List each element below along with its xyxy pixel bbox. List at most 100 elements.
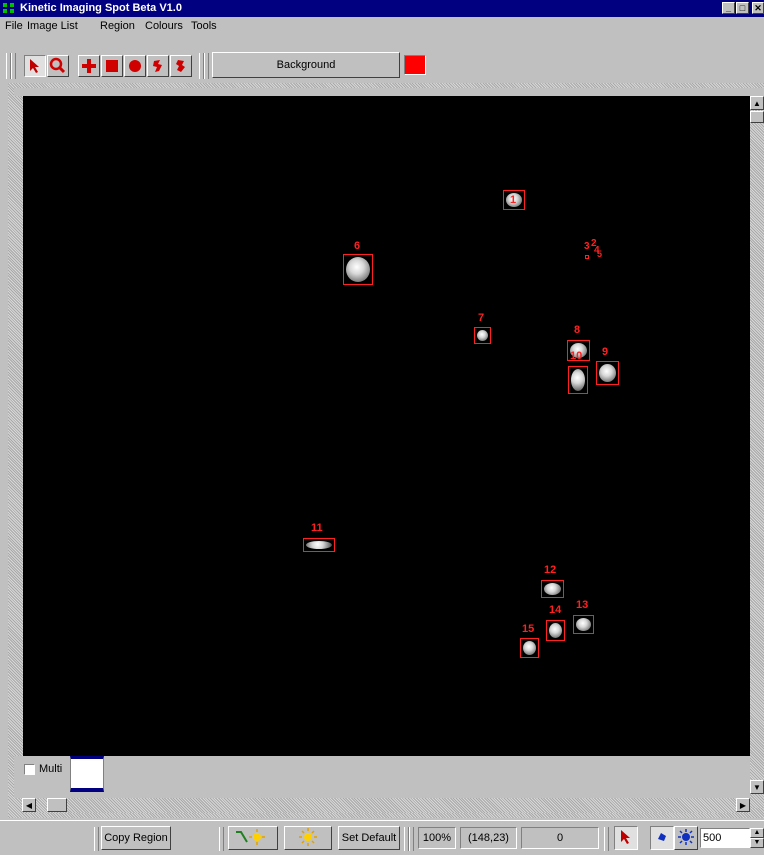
statusbar-grip bbox=[94, 827, 99, 851]
spot-region-11[interactable] bbox=[303, 538, 335, 552]
sun-magic-icon bbox=[236, 829, 265, 845]
spot-blob bbox=[599, 364, 616, 382]
spot-label-12: 12 bbox=[544, 564, 557, 576]
freehand-icon bbox=[153, 60, 162, 72]
auto-brightness-button[interactable] bbox=[228, 826, 278, 850]
spot-region-12[interactable] bbox=[541, 580, 564, 598]
set-default-button[interactable]: Set Default bbox=[338, 826, 400, 850]
spot-region-3[interactable] bbox=[585, 255, 589, 259]
dark-spot-button[interactable] bbox=[650, 826, 674, 850]
menu-bar: File Image List Region Colours Tools bbox=[0, 17, 764, 35]
spot-blob bbox=[306, 541, 332, 549]
crosshair-icon bbox=[82, 59, 96, 73]
vertical-scroll-thumb[interactable] bbox=[750, 111, 764, 123]
spot-region-15[interactable] bbox=[520, 638, 539, 658]
freehand-region-button[interactable] bbox=[147, 55, 169, 77]
rectangle-icon bbox=[106, 60, 118, 72]
cursor-coordinates: (148,23) bbox=[460, 827, 517, 849]
spot-region-10[interactable] bbox=[568, 366, 588, 394]
spot-region-14[interactable] bbox=[546, 620, 565, 641]
spot-blob bbox=[571, 369, 585, 391]
polygon-region-button[interactable] bbox=[170, 55, 192, 77]
arrow-pointer-icon bbox=[621, 830, 630, 844]
status-pointer-button[interactable] bbox=[614, 826, 638, 850]
spot-blob bbox=[523, 641, 536, 655]
background-color-swatch[interactable] bbox=[404, 55, 426, 75]
spot-label-10: 10 bbox=[570, 350, 583, 362]
spot-label-14: 14 bbox=[549, 604, 562, 616]
spot-blob bbox=[576, 618, 591, 631]
multi-label: Multi bbox=[39, 763, 63, 775]
window-title: Kinetic Imaging Spot Beta V1.0 bbox=[20, 2, 182, 14]
zoom-level: 100% bbox=[418, 827, 456, 849]
spot-label-5: 5 bbox=[597, 249, 603, 259]
spot-label-9: 9 bbox=[602, 346, 609, 358]
spot-label-1: 1 bbox=[510, 194, 517, 206]
background-button[interactable]: Background bbox=[212, 52, 400, 78]
menu-colours[interactable]: Colours bbox=[145, 20, 183, 32]
spot-label-13: 13 bbox=[576, 599, 589, 611]
menu-region[interactable]: Region bbox=[100, 20, 135, 32]
magnifier-icon bbox=[49, 57, 66, 74]
spot-blob bbox=[346, 257, 370, 282]
statusbar-grip bbox=[604, 827, 609, 851]
sun-icon bbox=[299, 828, 317, 846]
spot-blob bbox=[549, 623, 562, 638]
spot-label-15: 15 bbox=[522, 623, 535, 635]
dark-spot-icon bbox=[658, 833, 666, 841]
spot-region-7[interactable] bbox=[474, 327, 491, 344]
statusbar-grip bbox=[409, 827, 414, 851]
spot-label-3: 3 bbox=[584, 241, 590, 252]
vertical-scrollbar[interactable]: ▲ ▼ bbox=[750, 96, 764, 808]
add-point-button[interactable] bbox=[78, 55, 100, 77]
polygon-icon bbox=[176, 60, 185, 72]
bright-spot-button[interactable] bbox=[674, 826, 698, 850]
menu-file[interactable]: File bbox=[5, 20, 23, 32]
select-pointer-button[interactable] bbox=[24, 55, 46, 77]
spin-down-button[interactable]: ▼ bbox=[750, 838, 764, 848]
brightness-button[interactable] bbox=[284, 826, 332, 850]
threshold-spin-input[interactable]: 500 bbox=[700, 828, 750, 848]
multi-checkbox[interactable] bbox=[24, 764, 35, 775]
scroll-up-button[interactable]: ▲ bbox=[750, 96, 764, 110]
close-button[interactable]: ✕ bbox=[752, 2, 764, 14]
ellipse-region-button[interactable] bbox=[124, 55, 146, 77]
spot-label-8: 8 bbox=[574, 324, 581, 336]
image-canvas[interactable]: 1 2 3 4 5 6 7 8 9 10 11 12 13 14 15 bbox=[23, 96, 750, 756]
spot-blob bbox=[477, 330, 488, 341]
menu-tools[interactable]: Tools bbox=[191, 20, 217, 32]
toolbar-grip bbox=[11, 53, 16, 79]
circle-icon bbox=[129, 60, 141, 72]
arrow-pointer-icon bbox=[30, 59, 39, 73]
statusbar-grip bbox=[219, 827, 224, 851]
toolbar: Background bbox=[0, 35, 764, 81]
pixel-value: 0 bbox=[521, 827, 599, 849]
spot-region-9[interactable] bbox=[596, 361, 619, 385]
maximize-button[interactable]: □ bbox=[736, 2, 749, 14]
spot-label-6: 6 bbox=[354, 240, 361, 252]
toolbar-grip bbox=[204, 53, 209, 79]
scroll-right-button[interactable]: ▶ bbox=[736, 798, 750, 812]
spot-blob bbox=[544, 583, 561, 595]
horizontal-scroll-thumb[interactable] bbox=[47, 798, 67, 812]
app-icon bbox=[3, 3, 14, 13]
scroll-down-button[interactable]: ▼ bbox=[750, 780, 764, 794]
status-bar: Copy Region Set Default 100% (148,23) 0 … bbox=[0, 820, 764, 854]
copy-region-button[interactable]: Copy Region bbox=[101, 826, 171, 850]
minimize-button[interactable]: _ bbox=[722, 2, 735, 14]
spot-region-13[interactable] bbox=[573, 615, 594, 634]
image-frame-top bbox=[14, 88, 764, 96]
rectangle-region-button[interactable] bbox=[101, 55, 123, 77]
bright-spot-icon bbox=[678, 829, 694, 845]
spot-label-7: 7 bbox=[478, 312, 485, 324]
spot-region-6[interactable] bbox=[343, 254, 373, 285]
spin-up-button[interactable]: ▲ bbox=[750, 828, 764, 838]
scroll-left-button[interactable]: ◀ bbox=[22, 798, 36, 812]
thumbnail-strip: Multi bbox=[14, 756, 750, 798]
zoom-button[interactable] bbox=[47, 55, 69, 77]
horizontal-scrollbar[interactable]: ◀ ▶ bbox=[22, 798, 750, 813]
image-thumbnail[interactable] bbox=[70, 756, 104, 792]
title-bar: Kinetic Imaging Spot Beta V1.0 _ □ ✕ bbox=[0, 0, 764, 17]
spot-label-11: 11 bbox=[311, 522, 323, 534]
menu-image-list[interactable]: Image List bbox=[27, 20, 78, 32]
